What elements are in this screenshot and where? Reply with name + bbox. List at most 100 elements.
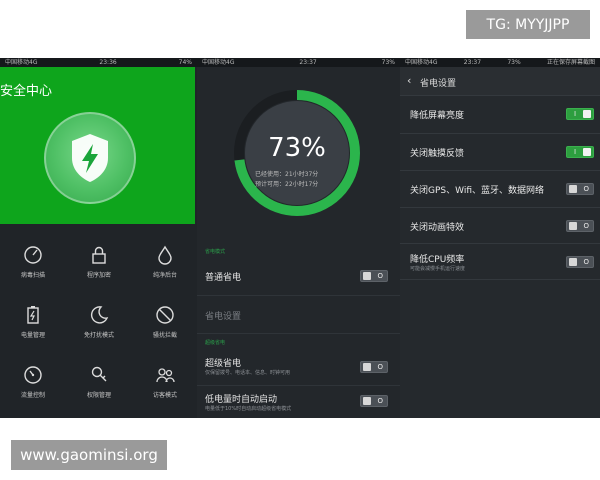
toggle-mark: I [574, 148, 577, 156]
tool-label: 病毒扫描 [20, 272, 45, 279]
toggle-mark: O [583, 185, 589, 193]
battery-label: 73% [381, 59, 395, 66]
settings-header: ‹ 省电设置 [400, 67, 600, 96]
toggle-mark: O [377, 363, 383, 371]
time-used: 已经使用：21小时37分 [255, 171, 319, 178]
tool-label: 权限管理 [86, 392, 111, 399]
tool-label: 免打扰模式 [83, 332, 114, 339]
super-saving-label: 超级省电 [205, 359, 242, 369]
lower-brightness-toggle[interactable]: I [566, 108, 594, 120]
auto-low-toggle[interactable]: O [360, 395, 388, 407]
toggle-knob [569, 258, 577, 266]
droplet-icon [158, 245, 172, 265]
setting-row-radios[interactable]: 关闭GPS、Wifi、蓝牙、数据网络 O [400, 171, 600, 208]
battery-label: 73% [507, 59, 521, 66]
clock-label: 23:37 [463, 59, 482, 66]
normal-saving-row[interactable]: 普通省电 O [197, 258, 400, 296]
back-arrow-icon[interactable]: ‹ [407, 74, 411, 87]
status-bar: 中国移动4G 23:37 73% 正在保存屏幕截图 [400, 58, 600, 67]
toggle-mark: I [574, 110, 577, 118]
toggle-mark: O [583, 222, 589, 230]
setting-row-cpu[interactable]: 降低CPU频率 可能会减慢手机运行速度 O [400, 244, 600, 280]
key-icon [91, 366, 107, 382]
super-saving-desc: 仅保留拨号、电话本、信息、时钟可用 [205, 370, 291, 376]
setting-label: 降低屏幕亮度 [410, 111, 465, 121]
saving-settings-row[interactable]: 省电设置 [197, 296, 400, 334]
block-icon [156, 306, 174, 324]
toggle-knob [583, 110, 591, 118]
setting-row-lower-brightness[interactable]: 降低屏幕亮度 I [400, 96, 600, 134]
radios-toggle[interactable]: O [566, 183, 594, 195]
battery-label: 74% [178, 59, 192, 66]
security-hero: 安全中心 [0, 67, 195, 224]
battery-percent: 73% [268, 133, 326, 163]
tool-label: 纯净后台 [152, 272, 177, 279]
status-bar: 中国移动4G 23:36 74% [0, 58, 197, 67]
setting-desc: 可能会减慢手机运行速度 [410, 266, 466, 272]
tg-watermark: TG: MYYJJPP [466, 10, 590, 39]
clock-label: 23:37 [299, 59, 317, 66]
lock-icon [92, 246, 106, 264]
time-available: 预计可用：22小时17分 [255, 181, 319, 188]
screenshot-notice: 正在保存屏幕截图 [546, 59, 595, 66]
carrier-label: 中国移动4G [5, 59, 38, 66]
power-settings-panel: 中国移动4G 23:37 73% 正在保存屏幕截图 ‹ 省电设置 降低屏幕亮度 … [400, 58, 600, 418]
tool-label: 流量控制 [20, 392, 45, 399]
tool-label: 电量管理 [20, 332, 45, 339]
super-saving-row[interactable]: 超级省电 仅保留拨号、电话本、信息、时钟可用 O [197, 348, 400, 386]
tool-clean-background[interactable]: 纯净后台 [132, 238, 197, 293]
security-center-panel: 中国移动4G 23:36 74% 安全中心 病毒扫描 程序加密 纯净后台 电量管… [0, 58, 197, 418]
site-watermark: www.gaominsi.org [11, 440, 167, 470]
setting-label: 关闭GPS、Wifi、蓝牙、数据网络 [410, 186, 544, 196]
tool-app-lock[interactable]: 程序加密 [66, 238, 132, 293]
setting-row-animations[interactable]: 关闭动画特效 O [400, 208, 600, 244]
page: TG: MYYJJPP 中国移动4G 23:36 74% 安全中心 病毒扫描 程… [0, 0, 600, 480]
carrier-label: 中国移动4G [202, 59, 235, 66]
shield-bolt-icon [72, 134, 108, 182]
animations-toggle[interactable]: O [566, 220, 594, 232]
toggle-knob [569, 185, 577, 193]
tool-guest-mode[interactable]: 访客模式 [132, 358, 197, 413]
auto-low-battery-row[interactable]: 低电量时自动启动 电量低于10%时自动启动超级省电模式 O [197, 386, 400, 418]
tool-label: 骚扰拦截 [152, 332, 177, 339]
clock-label: 23:36 [99, 59, 117, 66]
tool-do-not-disturb[interactable]: 免打扰模式 [66, 298, 132, 353]
toggle-knob [363, 397, 371, 405]
speedometer-icon [24, 246, 42, 264]
toggle-mark: O [377, 397, 383, 405]
toggle-knob [363, 272, 371, 280]
super-saving-toggle[interactable]: O [360, 361, 388, 373]
tool-power-management[interactable]: 电量管理 [0, 298, 66, 353]
toggle-mark: O [377, 272, 383, 280]
setting-row-touch-feedback[interactable]: 关闭触摸反馈 I [400, 134, 600, 171]
tool-data-control[interactable]: 流量控制 [0, 358, 66, 413]
cpu-toggle[interactable]: O [566, 256, 594, 268]
tool-permission-management[interactable]: 权限管理 [66, 358, 132, 413]
shield-button[interactable] [44, 112, 136, 204]
setting-label: 关闭触摸反馈 [410, 149, 465, 159]
touch-feedback-toggle[interactable]: I [566, 146, 594, 158]
toggle-knob [569, 222, 577, 230]
setting-label: 关闭动画特效 [410, 223, 465, 233]
setting-label: 降低CPU频率 [410, 255, 465, 265]
moon-icon [90, 306, 109, 324]
tool-label: 程序加密 [86, 272, 111, 279]
users-icon [156, 368, 175, 383]
saving-settings-label: 省电设置 [205, 312, 242, 322]
normal-saving-label: 普通省电 [205, 273, 242, 283]
section-header-saving-mode: 省电模式 [205, 249, 226, 255]
auto-low-label: 低电量时自动启动 [205, 395, 278, 405]
section-header-super-saving: 超级省电 [205, 340, 226, 346]
battery-panel: 中国移动4G 23:37 73% 73% 已经使用：21小时37分 预计可用：2… [197, 58, 400, 418]
page-title: 安全中心 [0, 84, 53, 99]
tool-harassment-block[interactable]: 骚扰拦截 [132, 298, 197, 353]
tool-virus-scan[interactable]: 病毒扫描 [0, 238, 66, 293]
carrier-label: 中国移动4G [405, 59, 438, 66]
battery-summary: 73% 已经使用：21小时37分 预计可用：22小时17分 [197, 67, 400, 242]
tool-label: 访客模式 [152, 392, 177, 399]
toggle-knob [583, 148, 591, 156]
screenshot-collage: 中国移动4G 23:36 74% 安全中心 病毒扫描 程序加密 纯净后台 电量管… [0, 58, 600, 418]
normal-saving-toggle[interactable]: O [360, 270, 388, 282]
toggle-mark: O [583, 258, 589, 266]
battery-icon [27, 306, 39, 324]
